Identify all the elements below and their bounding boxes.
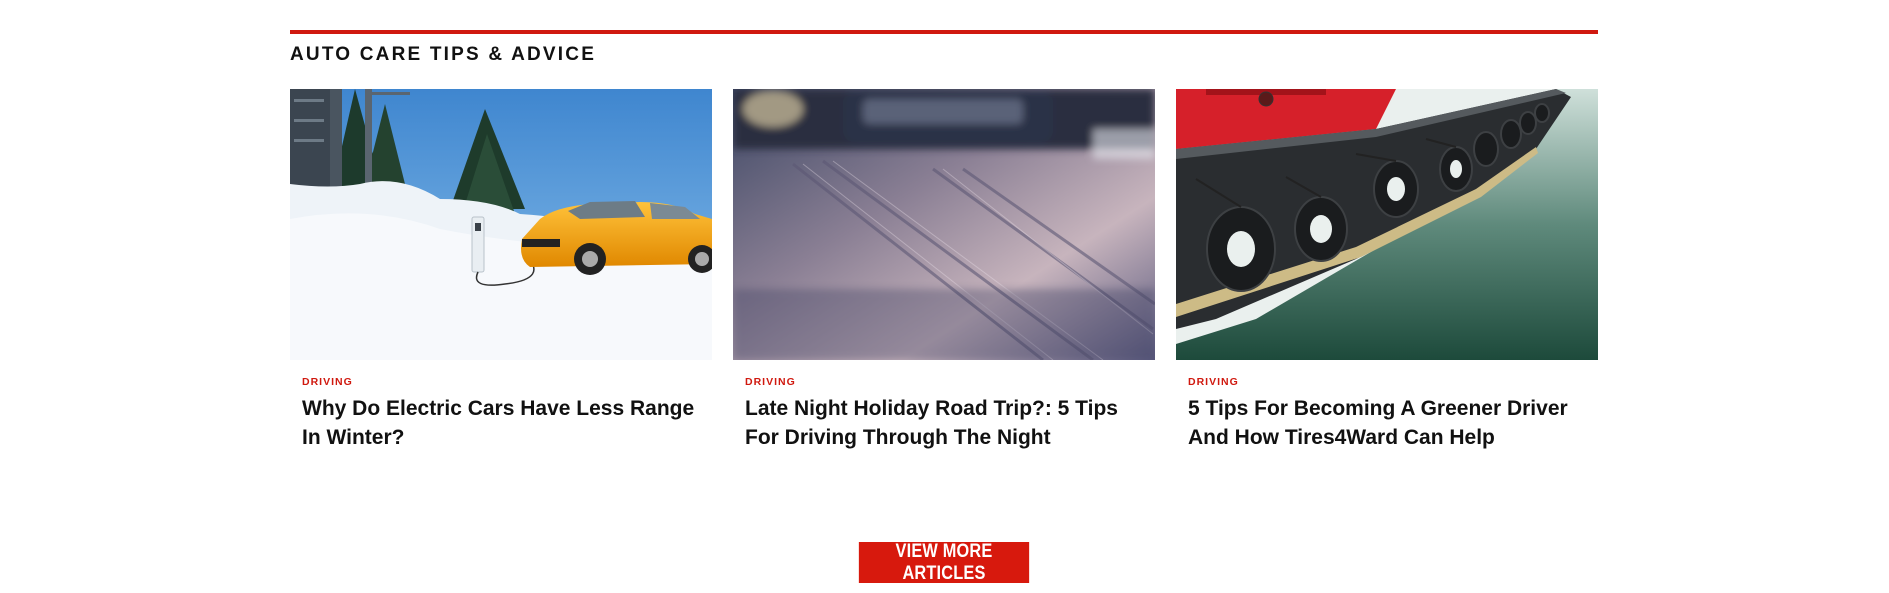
section-heading: AUTO CARE TIPS & ADVICE — [290, 44, 597, 65]
article-category[interactable]: DRIVING — [302, 376, 712, 388]
article-title[interactable]: Late Night Holiday Road Trip?: 5 Tips Fo… — [745, 394, 1143, 452]
article-card-night-road-trip[interactable]: DRIVING Late Night Holiday Road Trip?: 5… — [733, 89, 1155, 452]
snowy-road-night-image[interactable] — [733, 89, 1155, 360]
article-card-greener-driver[interactable]: DRIVING 5 Tips For Becoming A Greener Dr… — [1176, 89, 1598, 452]
section-divider — [290, 30, 1598, 34]
article-category[interactable]: DRIVING — [745, 376, 1155, 388]
auto-care-section-header: AUTO CARE TIPS & ADVICE — [290, 30, 1598, 66]
article-title[interactable]: 5 Tips For Becoming A Greener Driver And… — [1188, 394, 1586, 452]
electric-car-in-snow-image[interactable] — [290, 89, 712, 360]
article-card-electric-cars[interactable]: DRIVING Why Do Electric Cars Have Less R… — [290, 89, 712, 452]
article-cards: DRIVING Why Do Electric Cars Have Less R… — [290, 89, 1598, 449]
tugboat-tire-fenders-image[interactable] — [1176, 89, 1598, 360]
article-title[interactable]: Why Do Electric Cars Have Less Range In … — [302, 394, 700, 452]
article-category[interactable]: DRIVING — [1188, 376, 1598, 388]
view-more-articles-button[interactable]: VIEW MORE ARTICLES — [858, 541, 1030, 584]
